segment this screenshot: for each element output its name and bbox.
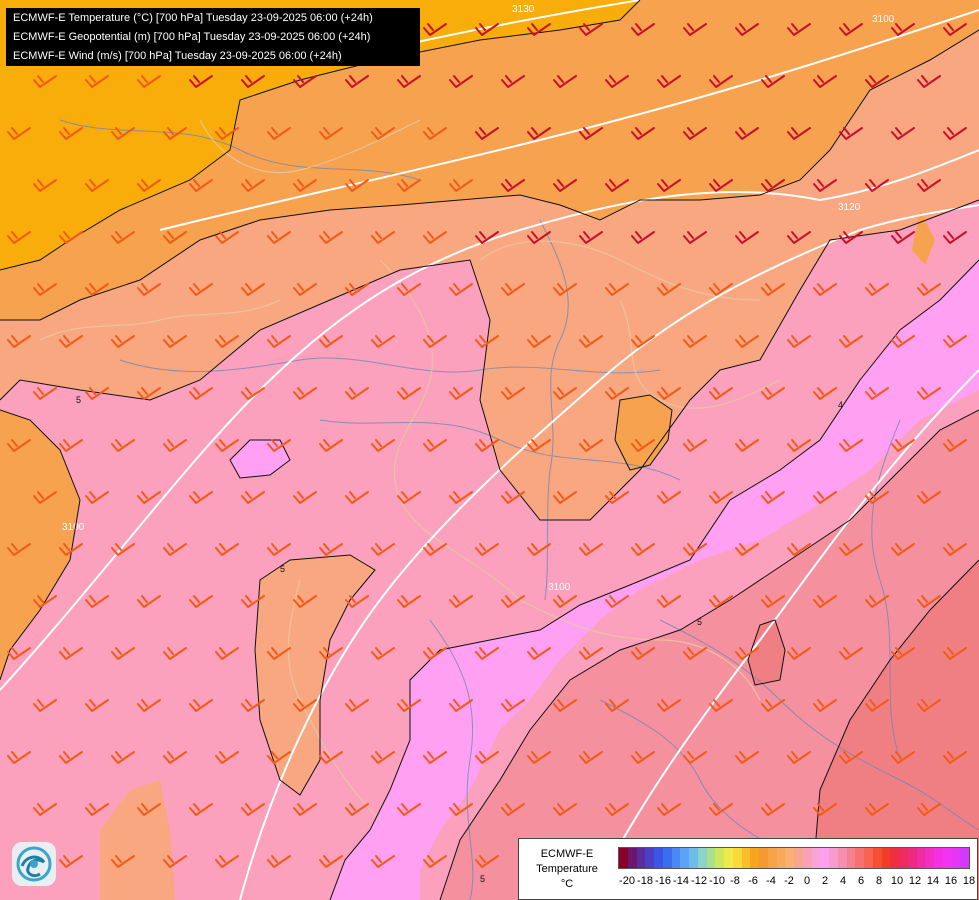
- legend-tick-label: -12: [691, 875, 707, 887]
- legend-color-swatch: [907, 848, 917, 868]
- legend-color-swatch: [619, 848, 628, 868]
- legend-tick-label: -14: [673, 875, 689, 887]
- legend-color-swatch: [890, 848, 899, 868]
- legend-tick-label: 14: [926, 875, 940, 887]
- legend-color-swatch: [794, 848, 803, 868]
- legend-color-swatch: [645, 848, 654, 868]
- legend-tick-labels: -20 -18 -16 -14 -12 -10 -8 -6 -4 -2 0 2 4 6 8 10 12 14 16 1…: [618, 875, 976, 889]
- legend-color-swatch: [829, 848, 838, 868]
- legend-tick-label: 2: [821, 875, 829, 887]
- legend-title-variable: Temperature: [536, 863, 598, 875]
- legend-tick-label: 4: [839, 875, 847, 887]
- map-canvas: 3130 3100 3120 3100 3100 5 5 4 5 5: [0, 0, 979, 900]
- legend-color-swatch: [960, 848, 969, 868]
- legend-tick-label: -4: [766, 875, 776, 887]
- title-wind: ECMWF-E Wind (m/s) [700 hPa] Tuesday 23-…: [13, 50, 342, 62]
- legend-tick-label: 18: [962, 875, 976, 887]
- legend-color-swatch: [855, 848, 864, 868]
- legend-color-swatch: [942, 848, 952, 868]
- legend-tick-label: -6: [748, 875, 758, 887]
- legend-tick-label: 0: [803, 875, 811, 887]
- legend-color-swatch: [654, 848, 663, 868]
- legend-color-swatch: [732, 848, 742, 868]
- legend-tick-label: 8: [875, 875, 883, 887]
- isohypse-label: 3100: [872, 14, 895, 25]
- legend-color-swatch: [916, 848, 926, 868]
- weather-map: 3130 3100 3120 3100 3100 5 5 4 5 5 ECMWF…: [0, 0, 979, 900]
- isohypse-label: 3100: [62, 522, 85, 533]
- legend-color-swatch: [776, 848, 786, 868]
- legend-color-swatch: [671, 848, 681, 868]
- legend-color-swatch: [741, 848, 751, 868]
- legend-color-swatch: [697, 848, 707, 868]
- legend-tick-label: -8: [730, 875, 740, 887]
- legend-color-swatch: [872, 848, 882, 868]
- legend-title-model: ECMWF-E: [540, 848, 594, 860]
- legend-color-swatch: [759, 848, 768, 868]
- legend-color-swatch: [662, 848, 672, 868]
- legend-color-swatch: [689, 848, 698, 868]
- isotherm-label: 5: [480, 874, 485, 884]
- legend-color-swatch: [627, 848, 637, 868]
- legend-tick-label: 12: [908, 875, 922, 887]
- legend-color-swatch: [811, 848, 821, 868]
- legend-color-swatch: [785, 848, 794, 868]
- legend-tick-label: -10: [709, 875, 725, 887]
- legend-tick-label: 6: [857, 875, 865, 887]
- legend-color-swatch: [724, 848, 733, 868]
- legend-color-swatch: [636, 848, 646, 868]
- legend-color-swatch: [864, 848, 873, 868]
- legend-tick-label: -16: [655, 875, 671, 887]
- ecmwf-logo-icon: [12, 842, 56, 886]
- isohypse-label: 3100: [548, 582, 571, 593]
- isohypse-label: 3130: [512, 4, 535, 15]
- title-temperature: ECMWF-E Temperature (°C) [700 hPa] Tuesd…: [13, 12, 373, 24]
- legend-color-swatch: [715, 848, 724, 868]
- legend-color-swatch: [750, 848, 759, 868]
- legend-color-swatch: [934, 848, 943, 868]
- legend-color-swatch: [846, 848, 856, 868]
- legend-tick-label: 16: [944, 875, 958, 887]
- isotherm-label: 5: [280, 564, 285, 574]
- legend-color-swatch: [951, 848, 961, 868]
- map-title-box: ECMWF-E Temperature (°C) [700 hPa] Tuesd…: [6, 8, 420, 66]
- legend-color-swatch: [802, 848, 812, 868]
- temperature-legend: ECMWF-E Temperature °C -20 -18 -16 -14 -12 -1…: [518, 838, 978, 900]
- isohypse-label: 3120: [838, 202, 861, 213]
- isotherm-label: 4: [838, 400, 843, 410]
- legend-color-swatch: [680, 848, 689, 868]
- legend-color-bar: [618, 847, 970, 869]
- isotherm-label: 5: [697, 617, 702, 627]
- legend-tick-label: -2: [784, 875, 794, 887]
- legend-color-swatch: [881, 848, 891, 868]
- legend-color-swatch: [706, 848, 716, 868]
- legend-tick-label: 10: [890, 875, 904, 887]
- legend-tick-label: -20: [619, 875, 635, 887]
- legend-color-swatch: [837, 848, 847, 868]
- legend-title: ECMWF-E Temperature °C: [523, 847, 611, 892]
- title-geopotential: ECMWF-E Geopotential (m) [700 hPa] Tuesd…: [13, 31, 371, 43]
- legend-color-swatch: [899, 848, 908, 868]
- legend-color-swatch: [767, 848, 777, 868]
- legend-color-swatch: [925, 848, 934, 868]
- legend-title-unit: °C: [560, 878, 574, 890]
- legend-color-swatch: [820, 848, 829, 868]
- isotherm-label: 5: [76, 395, 81, 405]
- legend-tick-label: -18: [637, 875, 653, 887]
